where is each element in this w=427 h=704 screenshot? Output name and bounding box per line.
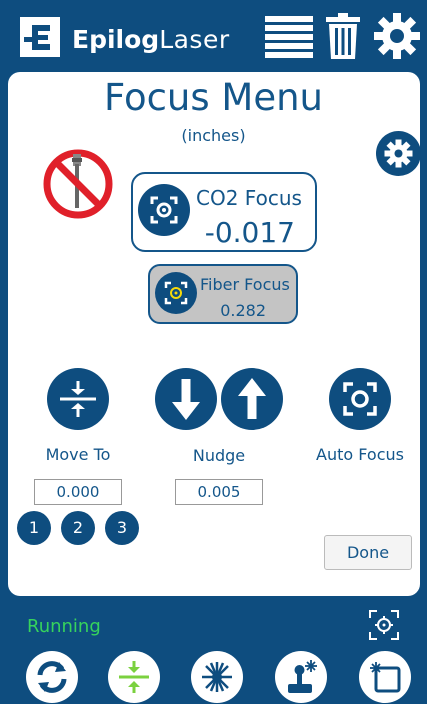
co2-focus-card[interactable]: CO2 Focus -0.017: [131, 172, 317, 252]
laser-icon: [202, 662, 232, 692]
units-label: (inches): [181, 126, 246, 145]
preset-2-button[interactable]: 2: [61, 511, 95, 545]
co2-focus-value: -0.017: [204, 216, 295, 249]
arrow-up-icon: [238, 378, 266, 419]
epilog-logo-icon: [20, 17, 60, 57]
nudge-up-button[interactable]: [221, 368, 283, 430]
joystick-icon: [288, 660, 317, 693]
done-button[interactable]: Done: [324, 535, 412, 570]
trash-icon[interactable]: [326, 13, 360, 59]
settings-icon[interactable]: [374, 13, 420, 59]
app-header: EpilogLaser: [0, 0, 427, 72]
fiber-focus-button: [155, 272, 197, 314]
focus-target-icon: [150, 196, 178, 224]
joystick-button[interactable]: [275, 651, 327, 703]
co2-focus-button: [138, 184, 190, 236]
nudge-input[interactable]: 0.005: [175, 479, 263, 505]
nudge-label: Nudge: [192, 446, 246, 465]
refresh-icon: [37, 661, 67, 693]
gear-icon: [384, 139, 413, 168]
move-to-label: Move To: [45, 445, 111, 464]
laser-frame-icon: [370, 662, 401, 693]
focus-move-button[interactable]: [108, 651, 160, 703]
refresh-button[interactable]: [26, 651, 78, 703]
job-list-icon[interactable]: [265, 14, 313, 58]
co2-focus-label: CO2 Focus: [196, 186, 302, 210]
move-to-input[interactable]: 0.000: [34, 479, 122, 505]
no-focus-tool-icon: [43, 149, 113, 219]
page-title: Focus Menu: [103, 76, 324, 119]
auto-focus-button[interactable]: [329, 368, 391, 430]
fiber-focus-card[interactable]: Fiber Focus 0.282: [148, 264, 298, 324]
brand-name: EpilogLaser: [72, 25, 230, 54]
move-to-button[interactable]: [47, 368, 109, 430]
fiber-focus-label: Fiber Focus: [200, 275, 290, 294]
auto-focus-icon: [343, 382, 377, 416]
focus-move-icon: [119, 661, 149, 693]
auto-focus-label: Auto Focus: [316, 445, 404, 464]
preset-1-button[interactable]: 1: [17, 511, 51, 545]
fiber-focus-value: 0.282: [220, 301, 266, 320]
nudge-down-button[interactable]: [155, 368, 217, 430]
arrow-down-icon: [172, 379, 200, 420]
status-text: Running: [27, 616, 101, 637]
focus-target-icon: [164, 281, 188, 305]
focus-target-icon[interactable]: [367, 608, 401, 642]
laser-button[interactable]: [191, 651, 243, 703]
move-to-icon: [60, 381, 96, 417]
focus-settings-button[interactable]: [376, 131, 421, 176]
preset-3-button[interactable]: 3: [105, 511, 139, 545]
laser-frame-button[interactable]: [359, 651, 411, 703]
